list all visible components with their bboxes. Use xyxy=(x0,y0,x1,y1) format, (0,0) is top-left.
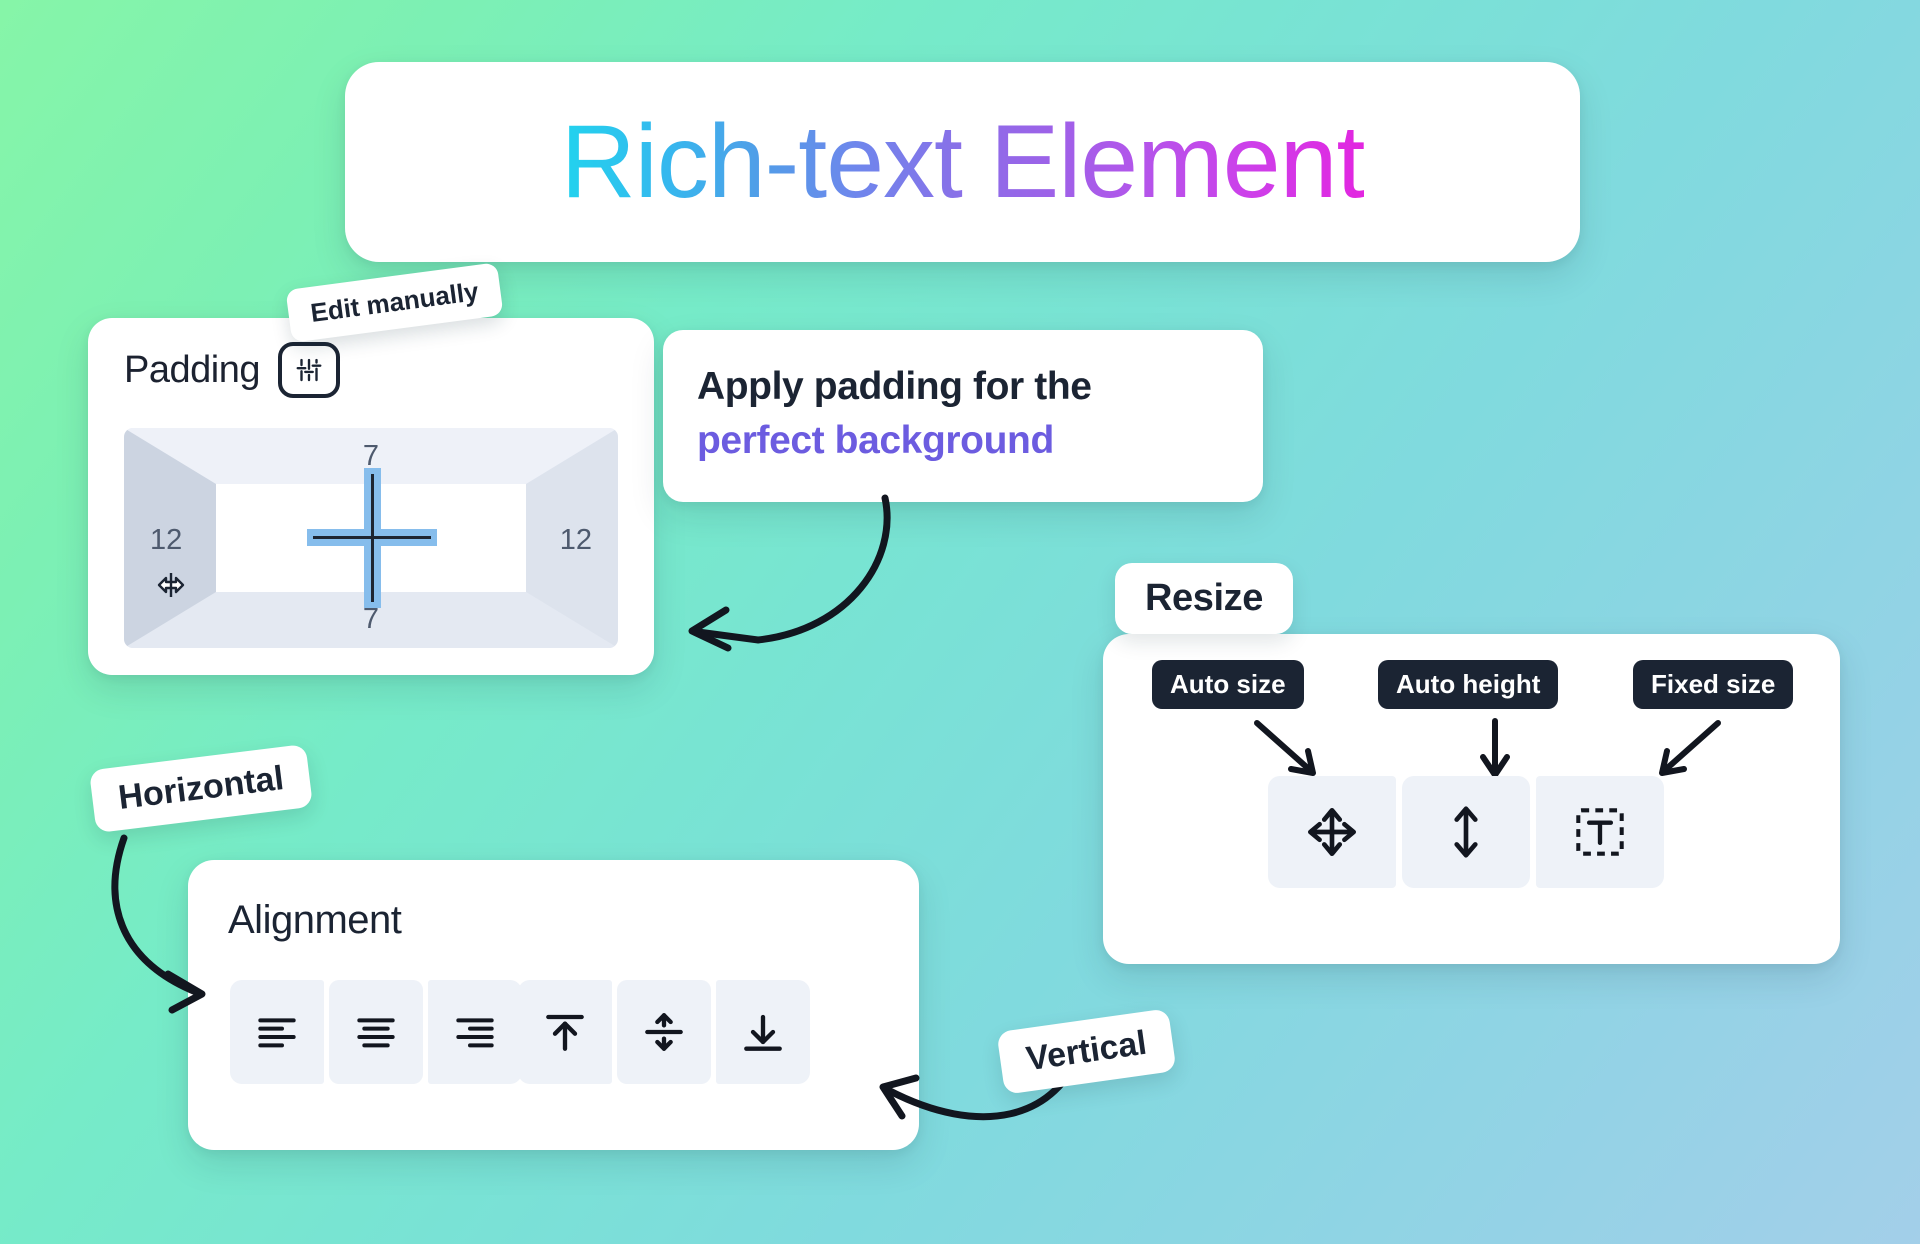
padding-box-visual[interactable]: 7 7 12 12 xyxy=(124,428,618,648)
vertical-alignment-group xyxy=(518,980,810,1084)
align-left-button[interactable] xyxy=(230,980,324,1084)
apply-padding-callout: Apply padding for the perfect background xyxy=(663,330,1263,502)
alignment-title: Alignment xyxy=(228,898,402,942)
align-bottom-button[interactable] xyxy=(716,980,810,1084)
resize-fixed-size-button[interactable] xyxy=(1536,776,1664,888)
apply-callout-line-2: perfect background xyxy=(697,418,1054,462)
sliders-icon-button[interactable] xyxy=(277,342,340,398)
horizontal-badge: Horizontal xyxy=(88,743,314,834)
tooltip-auto-height: Auto height xyxy=(1378,660,1559,709)
apply-callout-line-1: Apply padding for the xyxy=(697,365,1092,408)
padding-label: Padding xyxy=(124,348,260,391)
resize-auto-size-button[interactable] xyxy=(1268,776,1396,888)
padding-value-left[interactable]: 12 xyxy=(150,524,182,557)
tooltip-fixed-size: Fixed size xyxy=(1633,660,1794,709)
sliders-icon xyxy=(296,358,322,382)
horizontal-alignment-group xyxy=(230,980,522,1084)
page-title: Rich-text Element xyxy=(560,104,1366,220)
title-card: Rich-text Element xyxy=(345,62,1580,262)
crosshair-icon xyxy=(307,468,437,608)
tooltip-auto-size: Auto size xyxy=(1152,660,1304,709)
arrow-callout-to-padding xyxy=(688,494,891,652)
align-middle-button[interactable] xyxy=(617,980,711,1084)
alignment-panel: Alignment xyxy=(188,860,919,1150)
resize-button-group xyxy=(1268,776,1664,888)
fixed-text-box-icon xyxy=(1576,808,1624,856)
resize-auto-height-button[interactable] xyxy=(1402,776,1530,888)
padding-panel: Padding 7 7 12 12 xyxy=(88,318,654,675)
align-left-icon xyxy=(258,1018,296,1048)
align-top-button[interactable] xyxy=(518,980,612,1084)
align-top-icon xyxy=(546,1014,584,1051)
align-center-icon xyxy=(357,1018,395,1048)
align-middle-icon xyxy=(645,1013,683,1051)
resize-badge: Resize xyxy=(1115,563,1294,634)
vertical-double-arrow-icon xyxy=(1454,806,1478,858)
align-right-button[interactable] xyxy=(428,980,522,1084)
align-bottom-icon xyxy=(744,1014,782,1051)
align-right-icon xyxy=(456,1018,494,1048)
horizontal-resize-cursor-icon xyxy=(157,573,185,597)
align-center-button[interactable] xyxy=(329,980,423,1084)
padding-value-right[interactable]: 12 xyxy=(560,524,592,557)
move-four-arrows-icon xyxy=(1307,807,1357,857)
vertical-badge: Vertical xyxy=(996,1008,1177,1095)
